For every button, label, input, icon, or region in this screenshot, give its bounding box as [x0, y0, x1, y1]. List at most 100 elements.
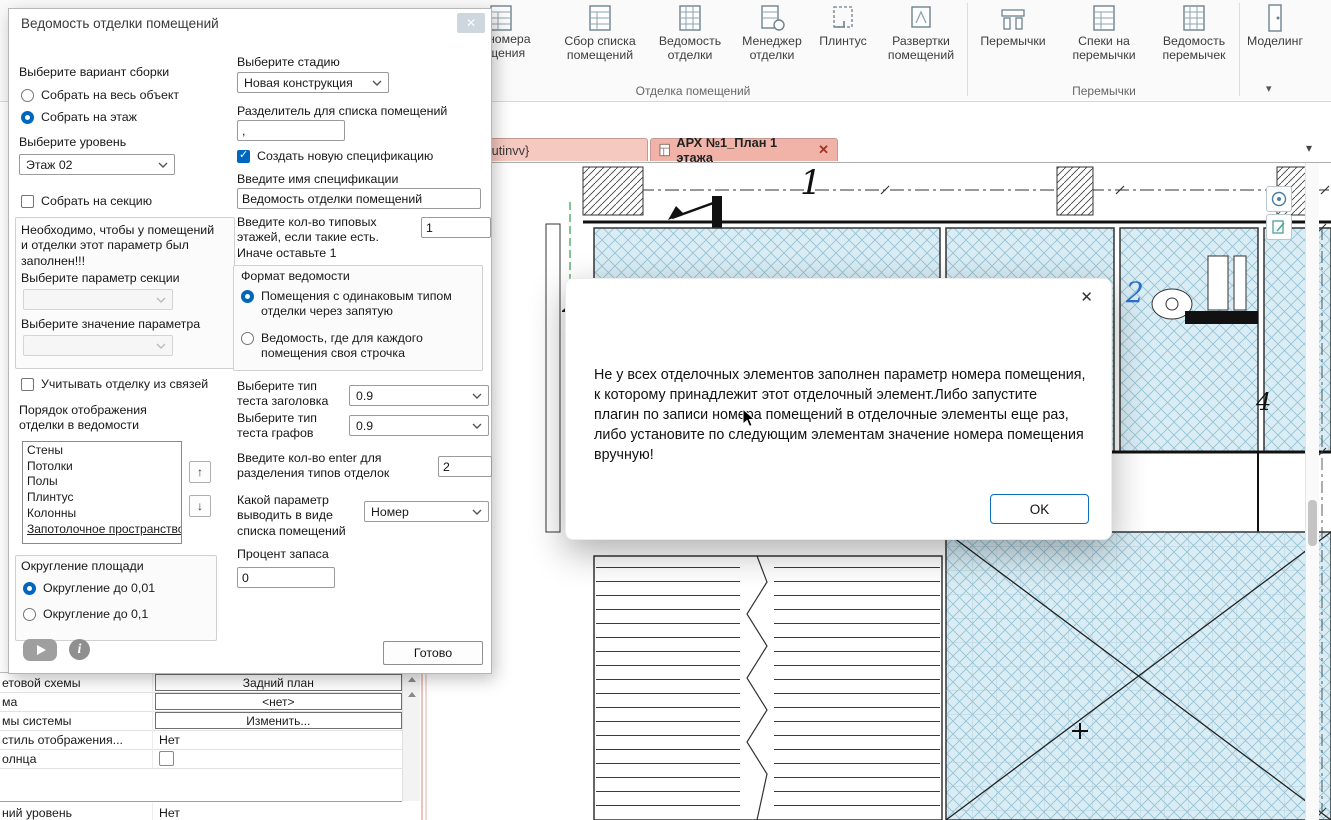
- enters-count-input[interactable]: [438, 456, 492, 477]
- chevron-down-icon: [372, 80, 382, 86]
- dialog-close-icon[interactable]: ✕: [457, 13, 485, 33]
- plinth-icon: [830, 3, 856, 33]
- property-value-select[interactable]: <нет>: [155, 693, 402, 710]
- ribbon-button-label: помещений: [556, 49, 644, 63]
- move-down-button[interactable]: ↓: [189, 495, 211, 517]
- message-close-icon[interactable]: ✕: [1080, 288, 1093, 306]
- ribbon-button-room-elevations[interactable]: Развертки помещений: [878, 3, 964, 62]
- stage-select[interactable]: Новая конструкция: [237, 72, 389, 93]
- property-value-select[interactable]: Задний план: [155, 674, 402, 691]
- scroll-up-icon[interactable]: [408, 677, 416, 682]
- header-text-type-label: Выберите тип теста заголовка: [237, 379, 347, 410]
- properties-scrollbar[interactable]: [402, 673, 420, 801]
- finish-order-listbox[interactable]: Стены Потолки Полы Плинтус Колонны Запот…: [22, 441, 182, 544]
- list-item[interactable]: Потолки: [23, 459, 181, 475]
- wall-hatch: [583, 167, 643, 215]
- radio-format-comma[interactable]: Помещения с одинаковым типом отделки чер…: [241, 289, 473, 319]
- list-item[interactable]: Полы: [23, 474, 181, 490]
- ribbon-button-lintel-schedule[interactable]: Ведомость перемычек: [1152, 3, 1236, 62]
- radio-label: Округление до 0,1: [43, 607, 148, 622]
- list-param-select[interactable]: Номер: [364, 501, 489, 522]
- stair-treads: [596, 558, 742, 818]
- wall-segment: [1185, 311, 1258, 324]
- list-param-label: Какой параметр выводить в виде списка по…: [237, 493, 365, 539]
- delimiter-input[interactable]: [237, 120, 345, 141]
- schedule-name-input[interactable]: [237, 188, 481, 209]
- radio-round-001[interactable]: Округление до 0,01: [23, 581, 155, 596]
- ribbon-button-modeling[interactable]: Моделинг: [1244, 3, 1306, 49]
- select-value: 0.9: [356, 389, 373, 403]
- ribbon-button-lintel-specs[interactable]: Спеки на перемычки: [1058, 3, 1150, 62]
- property-value[interactable]: Нет: [159, 733, 180, 747]
- mouse-cursor: [742, 408, 756, 433]
- tab-list-arrow-icon[interactable]: ▾: [1306, 141, 1312, 155]
- property-edit-button[interactable]: Изменить...: [155, 712, 402, 729]
- reserve-percent-input[interactable]: [237, 567, 335, 588]
- tab-close-icon[interactable]: ✕: [818, 142, 829, 158]
- fixture-shaft: [1208, 256, 1228, 310]
- room-number: 4: [1255, 388, 1271, 416]
- ribbon-button-collect-room-list[interactable]: Сбор списка помещений: [556, 3, 644, 62]
- checkbox-label: Собрать на секцию: [41, 194, 152, 209]
- room-number-blue: 2: [1125, 276, 1144, 309]
- canvas-scrollbar[interactable]: [1305, 162, 1319, 820]
- move-up-button[interactable]: ↑: [189, 461, 211, 483]
- table-icon: [677, 3, 703, 33]
- list-item[interactable]: Стены: [23, 443, 181, 459]
- ribbon-button-label: номера: [488, 33, 554, 47]
- ribbon-button-finish-schedule[interactable]: Ведомость отделки: [648, 3, 732, 62]
- list-item[interactable]: Плинтус: [23, 490, 181, 506]
- ribbon-button-lintels[interactable]: Перемычки: [972, 3, 1054, 49]
- select-value: Номер: [371, 505, 409, 519]
- checkbox-assemble-per-section[interactable]: Собрать на секцию: [21, 194, 152, 209]
- ribbon-button-label: Развертки: [878, 35, 964, 49]
- header-text-type-select[interactable]: 0.9: [349, 385, 489, 406]
- navigation-wheel-button[interactable]: [1266, 186, 1292, 212]
- ribbon-button-write-room-numbers[interactable]: номера щения: [488, 3, 554, 60]
- section-value-select: [23, 335, 173, 356]
- property-value[interactable]: Нет: [159, 806, 180, 820]
- radio-assemble-per-floor[interactable]: Собрать на этаж: [21, 110, 137, 125]
- checkbox-label: Учитывать отделку из связей: [41, 377, 208, 392]
- done-button[interactable]: Готово: [383, 641, 483, 665]
- section-param-label: Выберите параметр секции: [21, 271, 180, 286]
- graph-text-type-select[interactable]: 0.9: [349, 415, 489, 436]
- panel-expander-icon[interactable]: ▾: [1266, 82, 1272, 95]
- checkbox-label: Создать новую спецификацию: [257, 149, 433, 164]
- radio-round-01[interactable]: Округление до 0,1: [23, 607, 148, 622]
- view-control-button[interactable]: [1266, 214, 1292, 240]
- level-select-value: Этаж 02: [26, 158, 73, 172]
- checkbox-include-linked-finishes[interactable]: Учитывать отделку из связей: [21, 377, 208, 392]
- level-select[interactable]: Этаж 02: [19, 154, 175, 175]
- chevron-down-icon: [156, 297, 166, 303]
- manager-icon: [759, 3, 785, 33]
- ribbon-button-plinth[interactable]: Плинтус: [812, 3, 874, 49]
- property-row: стиль отображения... Нет: [0, 730, 402, 750]
- ribbon-button-label: Ведомость: [648, 35, 732, 49]
- properties-divider: [0, 801, 402, 802]
- info-icon[interactable]: [69, 639, 90, 660]
- chevron-down-icon: [158, 162, 168, 168]
- list-item[interactable]: Запотолочное пространство: [23, 522, 181, 538]
- ribbon-button-label: Менеджер: [734, 35, 810, 49]
- property-label: ма: [0, 692, 153, 711]
- scroll-up-icon[interactable]: [408, 692, 416, 697]
- radio-label: Ведомость, где для каждого помещения сво…: [261, 331, 473, 361]
- property-label: ний уровень: [0, 803, 153, 820]
- checkbox-create-new-schedule[interactable]: Создать новую спецификацию: [237, 149, 433, 164]
- ribbon-button-finish-manager[interactable]: Менеджер отделки: [734, 3, 810, 62]
- property-checkbox[interactable]: [159, 751, 174, 766]
- youtube-icon[interactable]: [23, 639, 57, 661]
- scrollbar-thumb[interactable]: [1308, 500, 1317, 546]
- section-param-select: [23, 289, 173, 310]
- section-note: Необходимо, чтобы у помещений и отделки …: [21, 223, 223, 269]
- typical-floors-input[interactable]: [421, 217, 491, 238]
- radio-format-rows[interactable]: Ведомость, где для каждого помещения сво…: [241, 331, 473, 361]
- view-tab-plan-floor1[interactable]: АРХ №1_План 1 этажа ✕: [650, 138, 838, 161]
- ok-button[interactable]: OK: [990, 494, 1089, 524]
- list-item[interactable]: Колонны: [23, 506, 181, 522]
- reserve-percent-label: Процент запаса: [237, 547, 329, 562]
- ribbon-button-label: Перемычки: [972, 35, 1054, 49]
- radio-assemble-whole-object[interactable]: Собрать на весь объект: [21, 88, 179, 103]
- graph-text-type-label: Выберите тип теста графов: [237, 411, 347, 442]
